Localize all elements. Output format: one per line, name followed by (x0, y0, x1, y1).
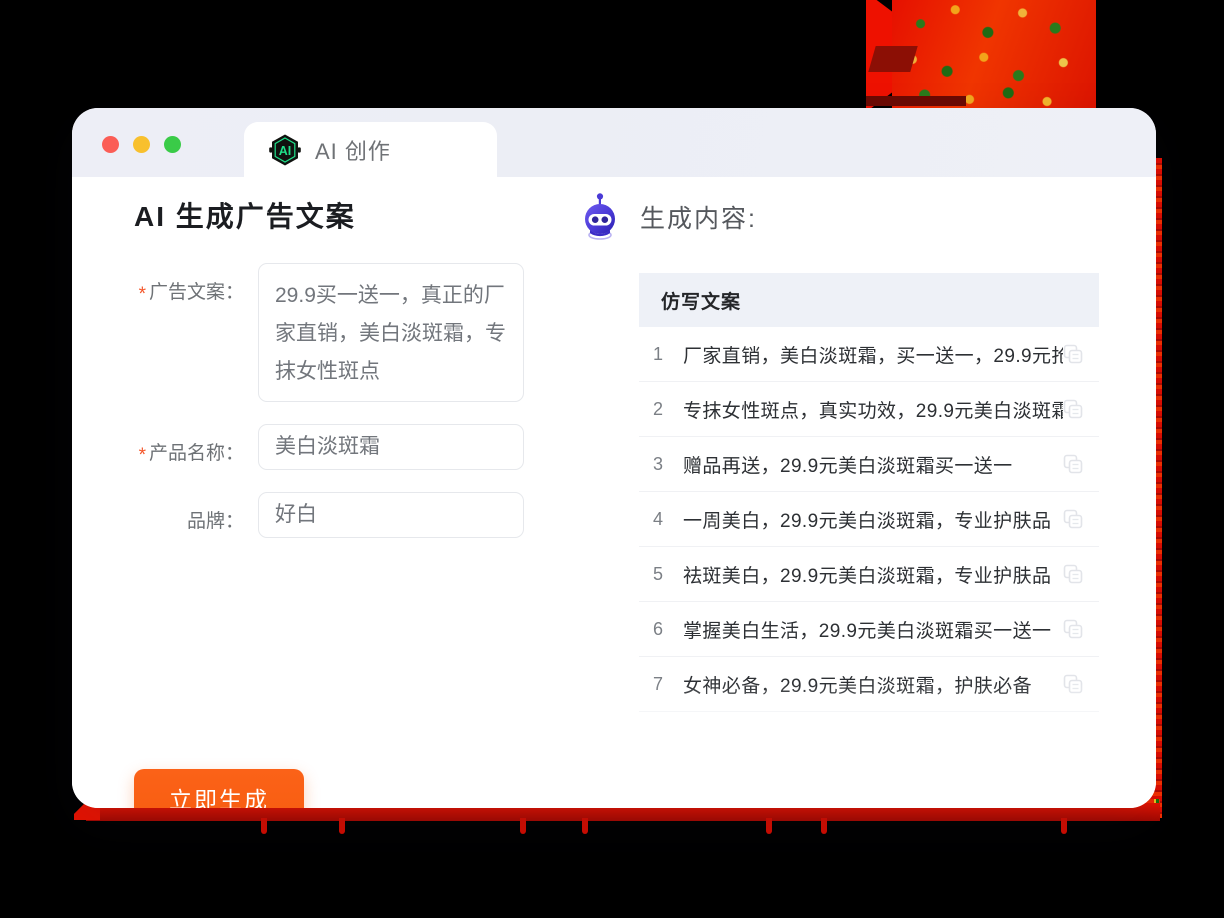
row-copy-text: 祛斑美白，29.9元美白淡斑霜，专业护肤品 (683, 565, 1052, 587)
product-name-input[interactable]: 美白淡斑霜 (258, 424, 524, 470)
table-header-row: 仿写文案 (639, 273, 1099, 327)
generated-copy-table: 仿写文案 1 厂家直销，美白淡斑霜，买一送一，29.9元抢购 2 专抹女性斑点，… (639, 273, 1099, 773)
required-marker: * (138, 284, 146, 305)
field-product-name: * 产品名称： 美白淡斑霜 (102, 424, 560, 470)
field-ad-copy: * 广告文案： 29.9买一送一，真正的厂家直销，美白淡斑霜，专抹女性斑点 (102, 263, 560, 402)
form-panel: AI 生成广告文案 * 广告文案： 29.9买一送一，真正的厂家直销，美白淡斑霜，… (72, 177, 572, 808)
window-content: AI 生成广告文案 * 广告文案： 29.9买一送一，真正的厂家直销，美白淡斑霜，… (72, 177, 1156, 808)
copy-icon[interactable] (1063, 674, 1083, 694)
minimize-window-button[interactable] (133, 136, 150, 153)
row-copy-text: 赠品再送，29.9元美白淡斑霜买一送一 (683, 455, 1013, 477)
table-row[interactable]: 6 掌握美白生活，29.9元美白淡斑霜买一送一 (639, 602, 1099, 657)
ai-hexagon-logo-icon: AI (269, 134, 301, 165)
row-copy-text: 专抹女性斑点，真实功效，29.9元美白淡斑霜 (683, 400, 1063, 422)
field-label-brand: 品牌： (102, 492, 248, 533)
decorative-dark-bar (866, 96, 966, 106)
table-row[interactable]: 4 一周美白，29.9元美白淡斑霜，专业护肤品 (639, 492, 1099, 547)
table-row[interactable]: 2 专抹女性斑点，真实功效，29.9元美白淡斑霜 (639, 382, 1099, 437)
copy-icon[interactable] (1063, 344, 1083, 364)
row-index: 1 (652, 343, 663, 364)
ad-copy-textarea[interactable]: 29.9买一送一，真正的厂家直销，美白淡斑霜，专抹女性斑点 (258, 263, 524, 402)
row-index: 5 (652, 563, 663, 584)
tab-label: AI 创作 (315, 138, 391, 164)
table-row[interactable]: 7 女神必备，29.9元美白淡斑霜，护肤必备 (639, 657, 1099, 712)
field-label-ad-copy: * 广告文案： (102, 263, 248, 306)
decorative-graphic-top-right (866, 0, 1096, 110)
field-label-text: 广告文案： (148, 282, 244, 303)
row-copy-text: 一周美白，29.9元美白淡斑霜，专业护肤品 (683, 510, 1052, 532)
copy-icon[interactable] (1063, 564, 1083, 584)
copy-icon[interactable] (1063, 619, 1083, 639)
field-control-product-name: 美白淡斑霜 (258, 424, 560, 470)
robot-head-icon (585, 193, 615, 240)
decorative-texture-block (892, 0, 1096, 108)
table-row[interactable]: 5 祛斑美白，29.9元美白淡斑霜，专业护肤品 (639, 547, 1099, 602)
window-titlebar: AI AI 创作 (72, 108, 1156, 177)
generate-button[interactable]: 立即生成 (134, 769, 304, 808)
decorative-drips (86, 818, 1160, 838)
table-row[interactable]: 3 赠品再送，29.9元美白淡斑霜买一送一 (639, 437, 1099, 492)
copy-icon[interactable] (1063, 454, 1083, 474)
generated-content-header: 生成内容: (578, 193, 757, 241)
table-row[interactable]: 1 厂家直销，美白淡斑霜，买一送一，29.9元抢购 (639, 327, 1099, 382)
row-index: 7 (652, 673, 663, 694)
app-window: AI AI 创作 AI 生成广告文案 * 广告文案： 29.9买一送一，真正的厂家… (72, 108, 1156, 808)
field-brand: 品牌： 好白 (102, 492, 560, 538)
field-label-text: 产品名称： (148, 443, 244, 464)
ad-copy-form: * 广告文案： 29.9买一送一，真正的厂家直销，美白淡斑霜，专抹女性斑点 * 产品… (102, 263, 560, 560)
row-index: 4 (652, 508, 663, 529)
field-label-text: 品牌： (186, 511, 244, 532)
required-marker: * (138, 445, 146, 466)
maximize-window-button[interactable] (164, 136, 181, 153)
brand-input[interactable]: 好白 (258, 492, 524, 538)
row-index: 3 (652, 453, 663, 474)
row-copy-text: 厂家直销，美白淡斑霜，买一送一，29.9元抢购 (683, 345, 1063, 367)
row-index: 6 (652, 618, 663, 639)
close-window-button[interactable] (102, 136, 119, 153)
generated-content-panel: 生成内容: 仿写文案 1 厂家直销，美白淡斑霜，买一送一，29.9元抢购 2 专… (572, 177, 1156, 808)
field-control-brand: 好白 (258, 492, 560, 538)
page-title: AI 生成广告文案 (134, 201, 356, 232)
copy-icon[interactable] (1063, 509, 1083, 529)
svg-text:AI: AI (279, 144, 292, 158)
field-label-product-name: * 产品名称： (102, 424, 248, 467)
traffic-light-buttons (102, 136, 181, 153)
copy-icon[interactable] (1063, 399, 1083, 419)
row-copy-text: 掌握美白生活，29.9元美白淡斑霜买一送一 (683, 620, 1052, 642)
table-column-header: 仿写文案 (661, 291, 742, 313)
field-control-ad-copy: 29.9买一送一，真正的厂家直销，美白淡斑霜，专抹女性斑点 (258, 263, 560, 402)
generated-content-title: 生成内容: (640, 205, 757, 233)
decorative-dark-square (868, 46, 918, 72)
row-index: 2 (652, 398, 663, 419)
row-copy-text: 女神必备，29.9元美白淡斑霜，护肤必备 (683, 675, 1032, 697)
tab-ai-creation[interactable]: AI AI 创作 (244, 122, 497, 177)
